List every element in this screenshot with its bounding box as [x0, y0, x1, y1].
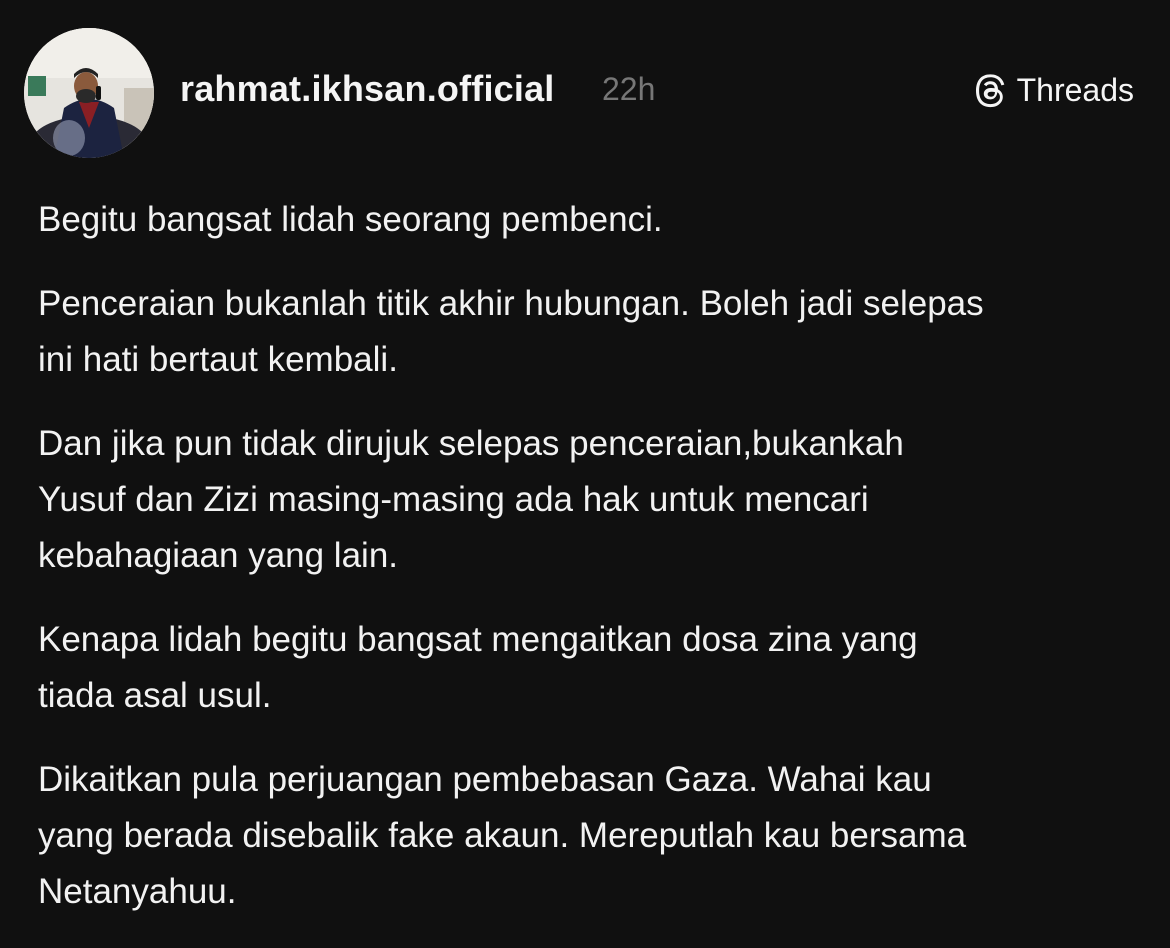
post-header: rahmat.ikhsan.official 22h Threads [0, 0, 1170, 180]
threads-logo-icon [975, 73, 1004, 107]
post-paragraph: Dikaitkan pula perjuangan pembebasan Gaz… [38, 760, 967, 911]
post-paragraph: Dan jika pun tidak dirujuk selepas pence… [38, 424, 904, 575]
avatar[interactable] [24, 28, 154, 158]
post-paragraph: Penceraian bukanlah titik akhir hubungan… [38, 284, 984, 379]
post-paragraph: Kenapa lidah begitu bangsat mengaitkan d… [38, 620, 918, 715]
post-body: Begitu bangsat lidah seorang pembenci. P… [38, 192, 1148, 948]
threads-label: Threads [1016, 72, 1134, 108]
threads-badge[interactable]: Threads [973, 72, 1134, 109]
post-timestamp: 22h [602, 71, 656, 107]
username[interactable]: rahmat.ikhsan.official [180, 68, 555, 110]
avatar-photo [24, 28, 154, 158]
post-paragraph: Begitu bangsat lidah seorang pembenci. [38, 200, 663, 239]
